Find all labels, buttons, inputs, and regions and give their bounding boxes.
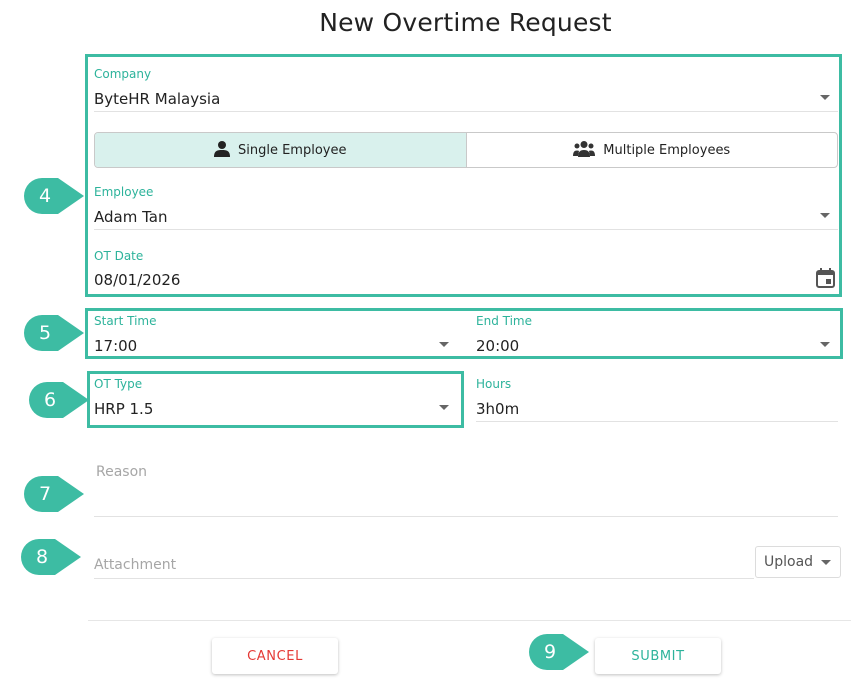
hours-underline (476, 421, 838, 422)
end-time-label: End Time (476, 314, 532, 328)
cancel-button[interactable]: CANCEL (212, 638, 338, 674)
footer-divider (88, 620, 851, 621)
upload-label: Upload (764, 554, 814, 570)
highlight-box-5 (85, 308, 843, 359)
group-icon (573, 140, 596, 161)
single-employee-button[interactable]: Single Employee (95, 133, 467, 167)
annotation-badge-9: 9 (527, 632, 589, 672)
chevron-down-icon (439, 342, 449, 347)
annotation-badge-5: 5 (22, 313, 84, 353)
upload-dropdown-button[interactable]: Upload (755, 546, 841, 578)
company-underline (94, 111, 838, 112)
end-time-value: 20:00 (476, 337, 520, 355)
attachment-underline (94, 578, 754, 579)
single-employee-label: Single Employee (238, 142, 347, 158)
annotation-badge-7: 7 (22, 474, 84, 514)
attachment-placeholder: Attachment (94, 557, 177, 573)
annotation-badge-8: 8 (19, 537, 81, 577)
chevron-down-icon (820, 342, 830, 347)
ot-date-value: 08/01/2026 (94, 271, 181, 289)
chevron-down-icon (820, 213, 830, 218)
company-label: Company (94, 67, 152, 81)
reason-underline (94, 516, 838, 517)
start-time-label: Start Time (94, 314, 157, 328)
chevron-down-icon (439, 405, 449, 410)
ot-type-value: HRP 1.5 (94, 400, 154, 418)
annotation-badge-6: 6 (27, 380, 89, 420)
employee-value: Adam Tan (94, 208, 168, 226)
person-icon (214, 140, 230, 161)
multiple-employees-label: Multiple Employees (603, 142, 731, 158)
employee-mode-toggle: Single Employee Multiple Employees (94, 132, 838, 168)
company-value: ByteHR Malaysia (94, 90, 221, 108)
chevron-down-icon (820, 95, 830, 100)
ot-date-label: OT Date (94, 249, 144, 263)
page-title: New Overtime Request (319, 8, 612, 37)
reason-placeholder: Reason (96, 464, 148, 480)
submit-button[interactable]: SUBMIT (595, 638, 721, 674)
hours-label: Hours (476, 377, 512, 391)
employee-underline (94, 229, 838, 230)
start-time-value: 17:00 (94, 337, 138, 355)
annotation-badge-4: 4 (22, 176, 84, 216)
ot-type-label: OT Type (94, 377, 143, 391)
calendar-icon[interactable] (816, 268, 835, 292)
hours-value: 3h0m (476, 400, 520, 418)
employee-label: Employee (94, 185, 154, 199)
multiple-employees-button[interactable]: Multiple Employees (467, 133, 838, 167)
chevron-down-icon (821, 559, 832, 565)
